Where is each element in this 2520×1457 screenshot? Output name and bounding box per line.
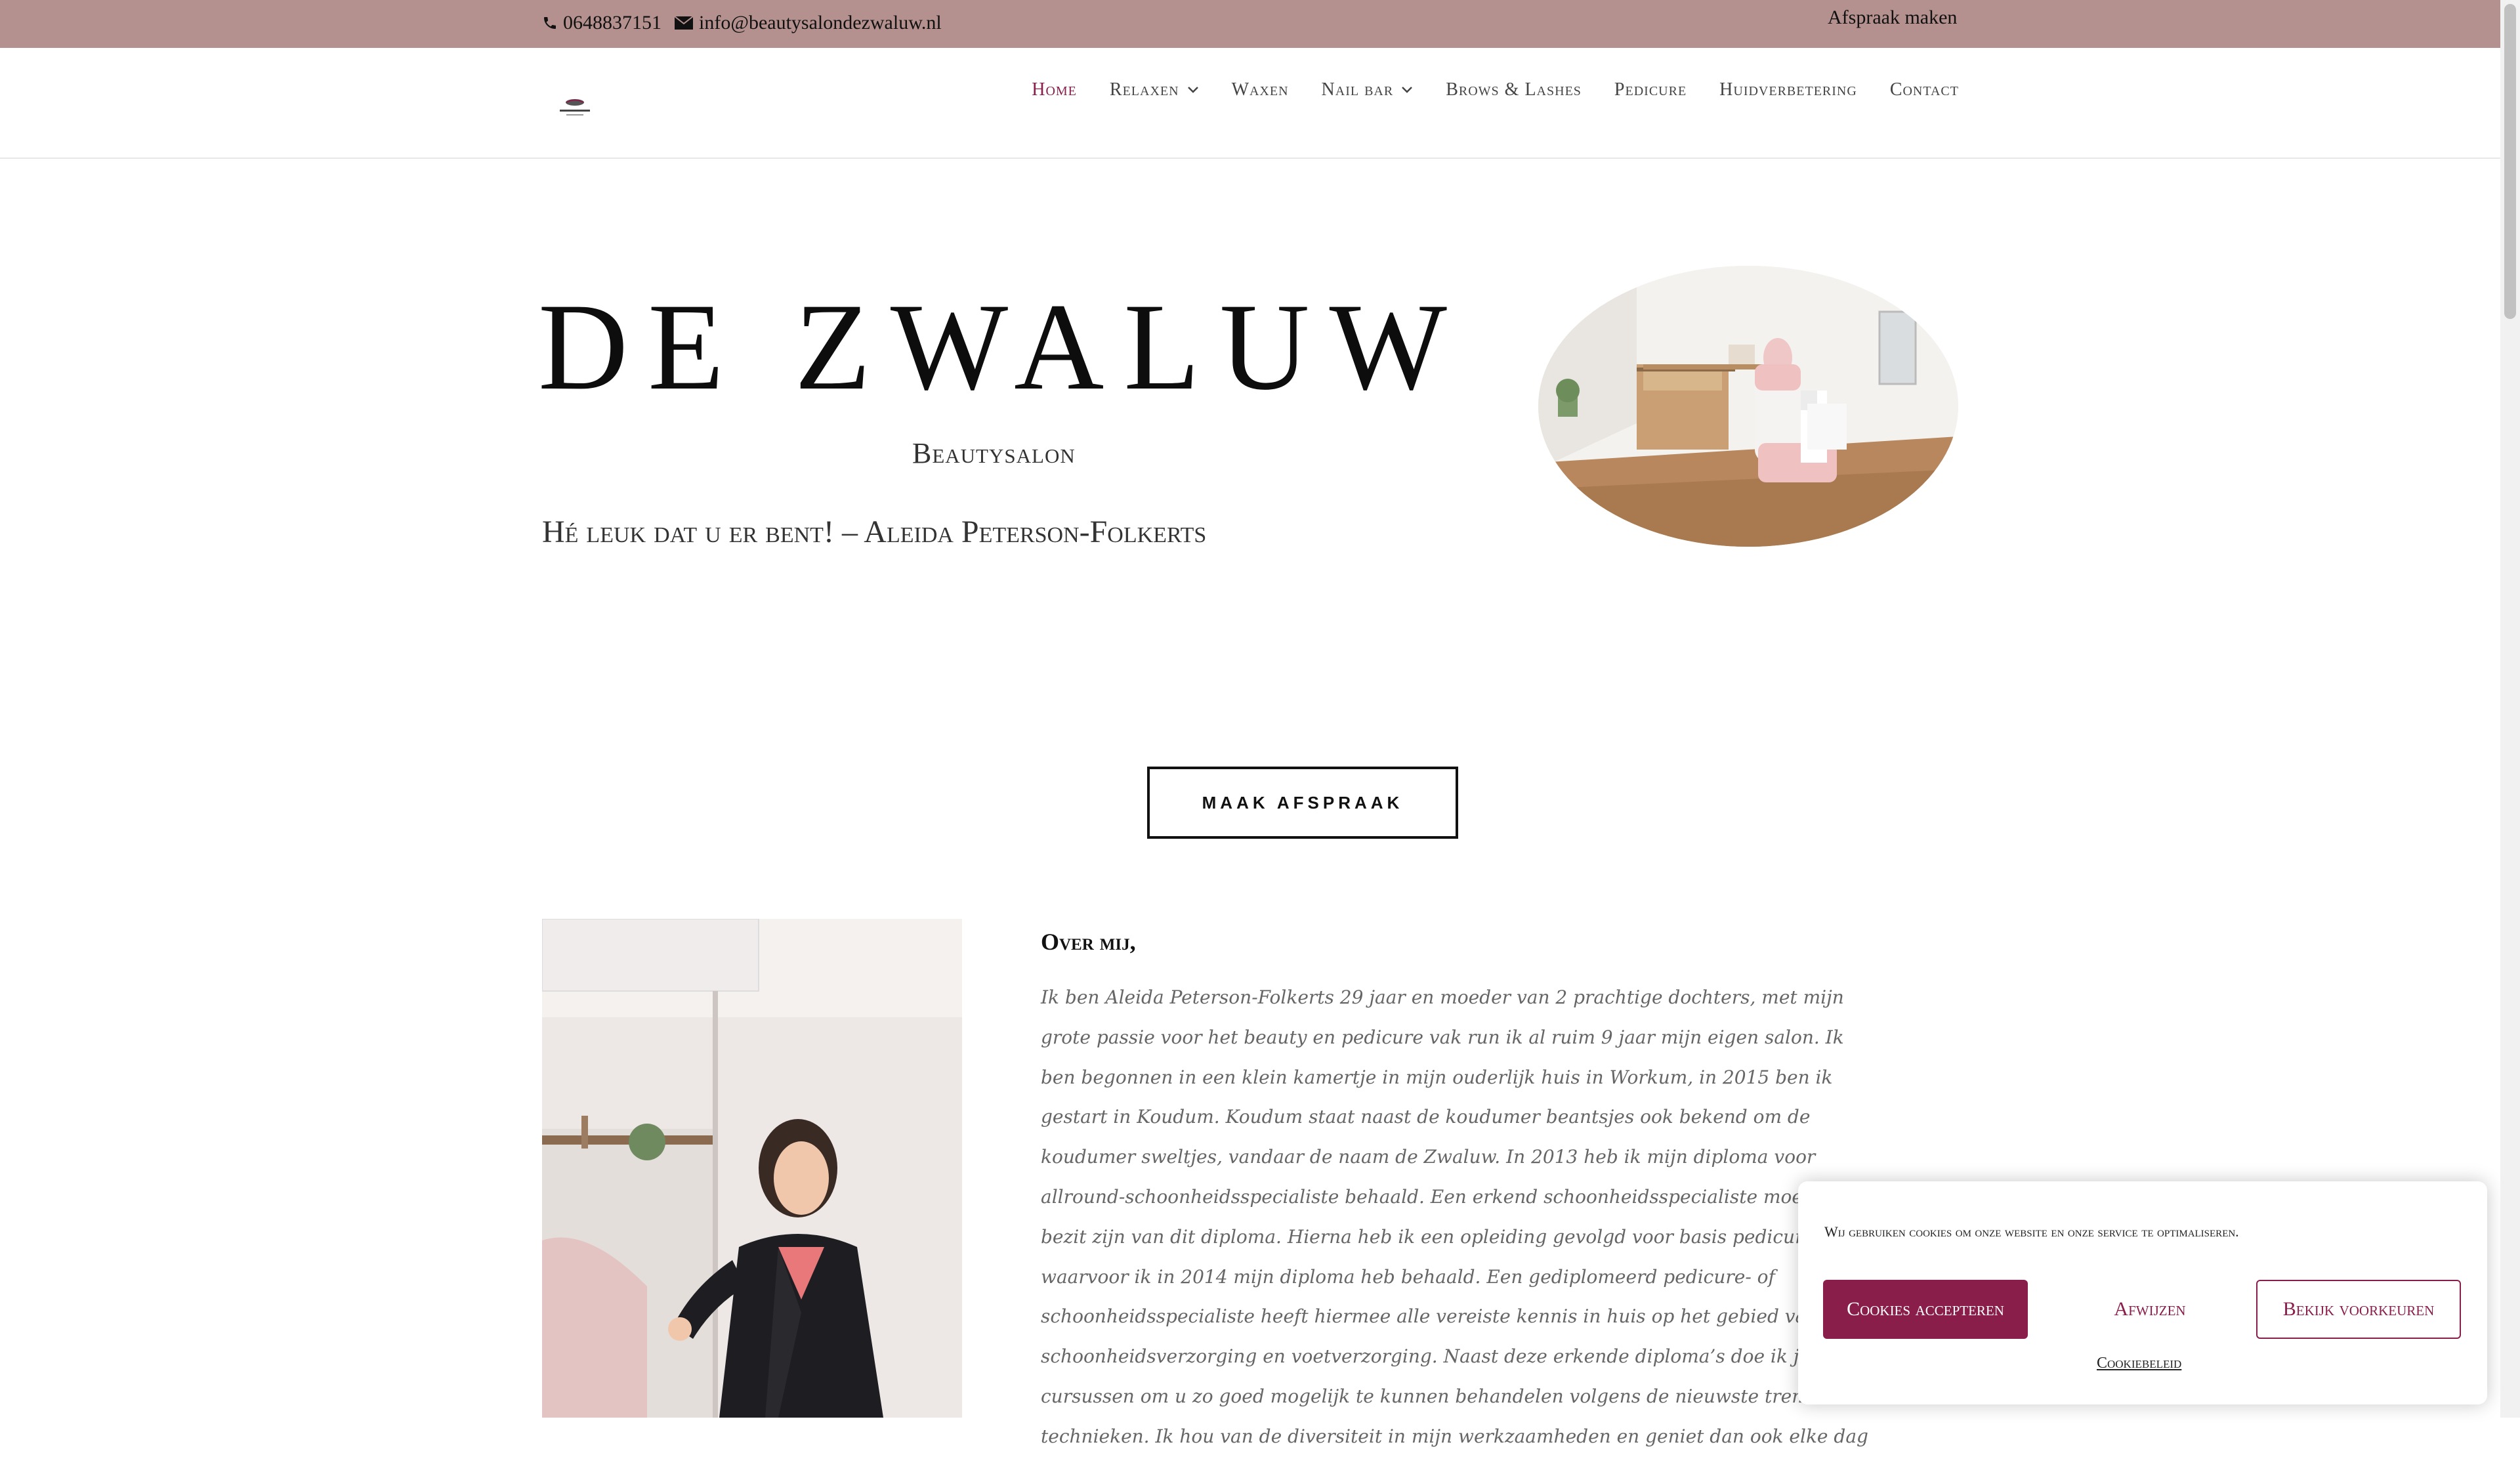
about-text: Ik ben Aleida Peterson-Folkerts 29 jaar … xyxy=(1041,986,1870,1447)
phone-icon xyxy=(544,17,556,29)
chevron-down-icon xyxy=(1402,87,1413,93)
accept-cookies-button[interactable]: Cookies accepteren xyxy=(1823,1280,2028,1339)
phone-link[interactable]: 0648837151 xyxy=(542,12,662,34)
salon-photo xyxy=(1538,266,1958,547)
nav-relaxen-label: Relaxen xyxy=(1109,79,1179,100)
chevron-down-icon xyxy=(1187,87,1198,93)
nav-home-label: Home xyxy=(1032,79,1077,100)
nav-huidverbetering[interactable]: Huidverbetering xyxy=(1719,79,1857,100)
main-nav: Home Relaxen Waxen Nail bar Brows & Lash… xyxy=(1032,79,1959,100)
nav-huidverbetering-label: Huidverbetering xyxy=(1719,79,1857,100)
site-header: Home Relaxen Waxen Nail bar Brows & Lash… xyxy=(0,48,2500,159)
nav-pedicure-label: Pedicure xyxy=(1614,79,1687,100)
phone-number: 0648837151 xyxy=(563,12,662,33)
nav-brows-lashes[interactable]: Brows & Lashes xyxy=(1446,79,1582,100)
top-bar: 0648837151 info@beautysalondezwaluw.nl A… xyxy=(0,0,2500,48)
scrollbar-thumb[interactable] xyxy=(2504,4,2516,319)
nav-nail-bar[interactable]: Nail bar xyxy=(1322,79,1414,100)
nav-home[interactable]: Home xyxy=(1032,79,1077,100)
nav-waxen[interactable]: Waxen xyxy=(1232,79,1289,100)
nav-waxen-label: Waxen xyxy=(1231,79,1289,100)
deny-cookies-button[interactable]: Afwijzen xyxy=(2048,1280,2252,1339)
logo[interactable] xyxy=(555,96,595,119)
cookie-policy-link[interactable]: Cookiebeleid xyxy=(2097,1355,2181,1372)
logo-image xyxy=(560,99,590,116)
email-link[interactable]: info@beautysalondezwaluw.nl xyxy=(674,12,942,34)
nav-nail-bar-label: Nail bar xyxy=(1321,79,1394,100)
cookie-message: Wij gebruiken cookies om onze website en… xyxy=(1824,1223,2239,1240)
make-appointment-button[interactable]: MAAK AFSPRAAK xyxy=(1147,767,1458,839)
nav-contact-label: Contact xyxy=(1889,79,1959,100)
nav-brows-lashes-label: Brows & Lashes xyxy=(1446,79,1582,100)
hero-greeting: Hé leuk dat u er bent! – Aleida Peterson… xyxy=(542,515,1207,549)
portrait-photo xyxy=(542,919,962,1418)
appointment-link[interactable]: Afspraak maken xyxy=(1828,7,1957,29)
email-address: info@beautysalondezwaluw.nl xyxy=(699,12,942,33)
about-heading: Over mij, xyxy=(1041,929,1136,955)
nav-contact[interactable]: Contact xyxy=(1890,79,1959,100)
cookie-banner: Wij gebruiken cookies om onze website en… xyxy=(1798,1181,2487,1404)
hero-subtitle: Beautysalon xyxy=(912,437,1076,469)
envelope-icon xyxy=(674,16,694,30)
scrollbar[interactable] xyxy=(2500,0,2520,1418)
nav-pedicure[interactable]: Pedicure xyxy=(1614,79,1687,100)
view-preferences-button[interactable]: Bekijk voorkeuren xyxy=(2256,1280,2461,1339)
nav-relaxen[interactable]: Relaxen xyxy=(1110,79,1199,100)
hero-title: DE ZWALUW xyxy=(538,278,1467,416)
